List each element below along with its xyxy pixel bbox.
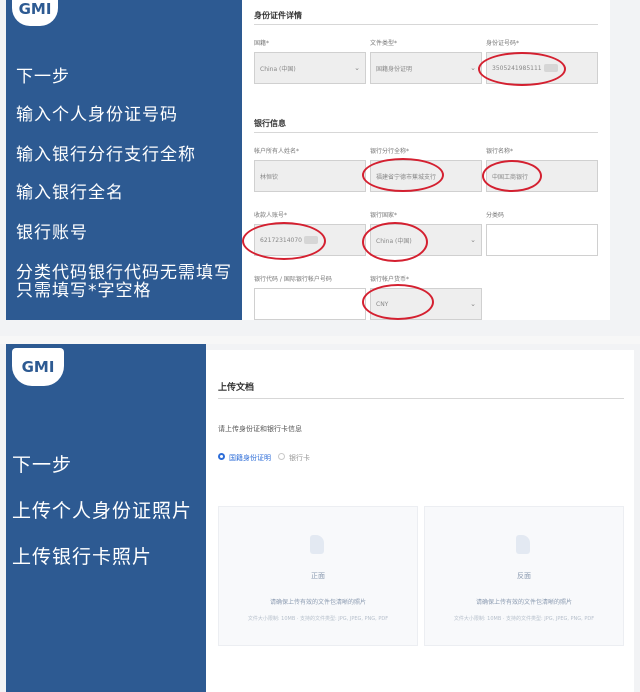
step-next: 下一步 [16,67,70,87]
upload-file-icon [516,535,530,554]
upload-spec: 文件大小限制: 10MB · 支持的文件类型: JPG, JPEG, PNG, … [453,616,595,622]
bank-section-title: 银行信息 [254,119,286,128]
section-divider [254,24,598,25]
redacted-mask [304,236,318,244]
redacted-mask [543,64,558,72]
upload-front-box[interactable]: 正面 请确保上传有效的文件包清晰的照片 文件大小限制: 10MB · 支持的文件… [218,506,418,646]
bank-code-label: 银行代码 / 国际银行帐户号码 [254,276,332,283]
upload-title: 上传文档 [218,383,255,393]
category-code-label: 分类码 [486,212,505,219]
upload-panel: GMI 下一步 上传个人身份证照片 上传银行卡照片 上传文档 请上传身份证和银行… [0,344,640,692]
upload-front-label: 正面 [311,572,325,580]
section-divider [218,398,624,399]
gmi-logo: GMI [12,348,64,386]
upload-spec: 文件大小限制: 10MB · 支持的文件类型: JPG, JPEG, PNG, … [247,616,389,622]
step-required-note: 只需填写*字空格 [16,281,152,301]
radio-bank-card[interactable] [278,453,285,460]
bank-name-label: 银行名称* [486,148,514,155]
upload-file-icon [310,535,324,554]
branch-name-input[interactable]: 福建省宁德市蕉城支行 [370,160,482,192]
bank-country-label: 银行国家* [370,212,398,219]
upload-hint: 请确保上传有效的文件包清晰的照片 [269,599,366,606]
chevron-down-icon: ⌄ [470,300,476,308]
account-number-input[interactable]: 62172314070 [254,224,366,256]
holder-name-input[interactable]: 林恒钦 [254,160,366,192]
step-branch-name: 输入银行分行支行全称 [16,145,196,165]
branch-name-label: 银行分行全称* [370,148,410,155]
bank-code-input[interactable] [254,288,366,320]
upload-back-label: 反面 [517,572,531,580]
bank-info-panel: GMI 下一步 输入个人身份证号码 输入银行分行支行全称 输入银行全名 银行账号… [0,0,640,336]
chevron-down-icon: ⌄ [354,64,360,72]
category-code-input[interactable] [486,224,598,256]
upload-hint: 请确保上传有效的文件包清晰的照片 [475,599,572,606]
instruction-sidebar: GMI 下一步 上传个人身份证照片 上传银行卡照片 [6,344,206,692]
instruction-sidebar: GMI 下一步 输入个人身份证号码 输入银行分行支行全称 输入银行全名 银行账号… [6,0,242,320]
nationality-label: 国籍* [254,40,270,47]
upload-content: 上传文档 请上传身份证和银行卡信息 国籍身份证明 银行卡 正面 请确保上传有效的… [206,350,634,692]
step-upload-bank-card: 上传银行卡照片 [12,546,153,568]
account-currency-select[interactable]: CNY ⌄ [370,288,482,320]
step-bank-name: 输入银行全名 [16,183,124,203]
upload-instruction: 请上传身份证和银行卡信息 [218,425,302,433]
upload-back-box[interactable]: 反面 请确保上传有效的文件包清晰的照片 文件大小限制: 10MB · 支持的文件… [424,506,624,646]
bank-name-input[interactable]: 中国工商银行 [486,160,598,192]
form-content: 身份证件详情 国籍* China (中国) ⌄ 文件类型* 国籍身份证明 ⌄ 身… [242,0,610,320]
radio-id-document[interactable] [218,453,225,460]
id-number-input[interactable]: 3505241985111 [486,52,598,84]
account-number-label: 收款人账号* [254,212,288,219]
doc-type-select[interactable]: 国籍身份证明 ⌄ [370,52,482,84]
doc-type-label: 文件类型* [370,40,398,47]
step-next: 下一步 [12,454,73,476]
step-upload-id: 上传个人身份证照片 [12,500,193,522]
gmi-logo: GMI [12,0,58,26]
radio-bank-card-label[interactable]: 银行卡 [289,453,310,463]
nationality-select[interactable]: China (中国) ⌄ [254,52,366,84]
id-number-label: 身份证号码* [486,40,520,47]
holder-name-label: 帐户所有人姓名* [254,148,300,155]
bank-country-select[interactable]: China (中国) ⌄ [370,224,482,256]
chevron-down-icon: ⌄ [470,64,476,72]
account-currency-label: 银行帐户货币* [370,276,410,283]
chevron-down-icon: ⌄ [470,236,476,244]
step-account-number: 银行账号 [16,223,88,243]
radio-id-document-label[interactable]: 国籍身份证明 [229,453,271,463]
image-divider [0,336,640,344]
step-id-number: 输入个人身份证号码 [16,105,178,125]
section-divider [254,132,598,133]
id-section-title: 身份证件详情 [254,11,302,20]
